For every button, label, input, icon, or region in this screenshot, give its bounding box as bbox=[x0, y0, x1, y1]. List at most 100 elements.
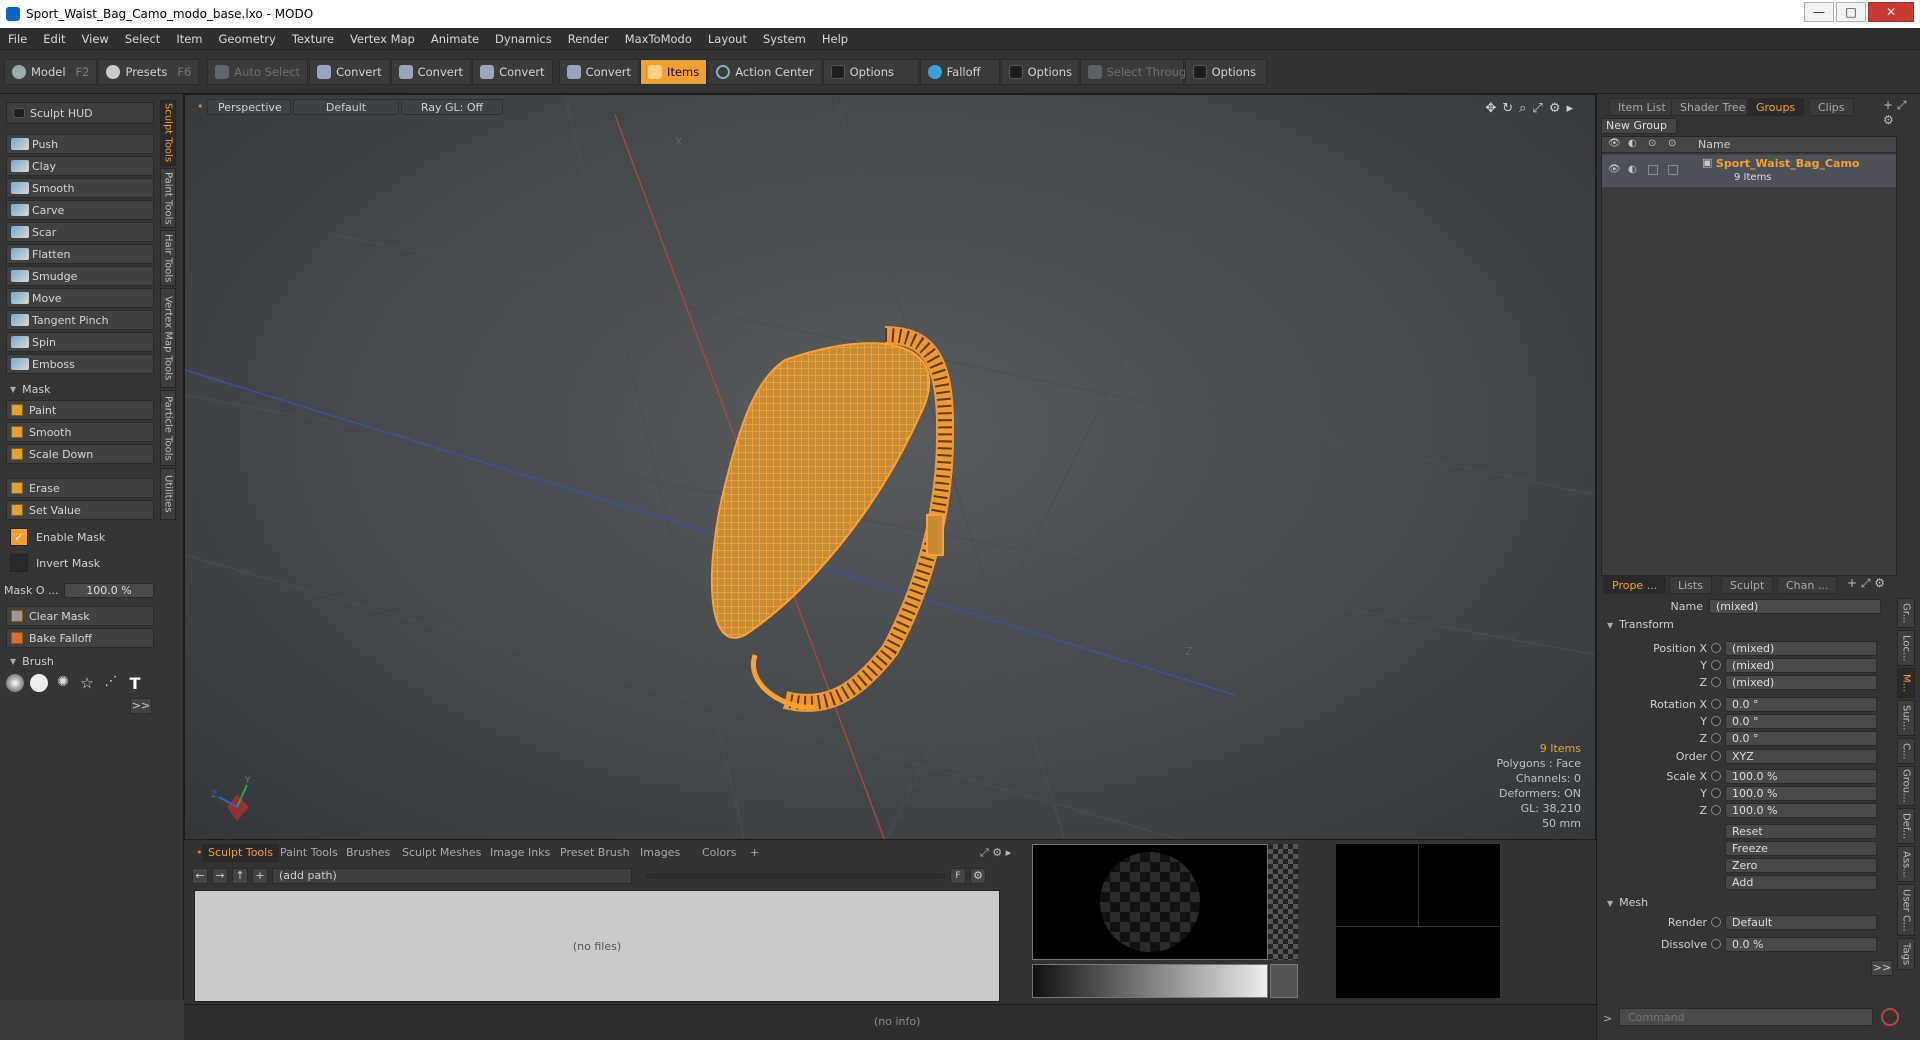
side-tab-group[interactable]: Grou... bbox=[1897, 766, 1915, 806]
mask-tool-scale-down[interactable]: Scale Down bbox=[6, 444, 154, 464]
command-input[interactable] bbox=[1619, 1008, 1873, 1026]
menu-render[interactable]: Render bbox=[560, 28, 617, 50]
tab-groups[interactable]: Groups bbox=[1747, 98, 1805, 116]
dissolve-field[interactable]: 0.0 % bbox=[1725, 937, 1877, 952]
menu-help[interactable]: Help bbox=[814, 28, 856, 50]
tab-clips[interactable]: Clips bbox=[1809, 98, 1854, 116]
invert-mask-checkbox[interactable] bbox=[10, 554, 28, 572]
parent-folder-icon[interactable]: ↑ bbox=[232, 868, 248, 884]
scale-y-key-icon[interactable] bbox=[1711, 788, 1721, 798]
more-brush-options-button[interactable]: >> bbox=[130, 698, 152, 714]
tool-flatten[interactable]: Flatten bbox=[6, 244, 154, 264]
tab-properties[interactable]: Prope ... bbox=[1603, 576, 1667, 594]
side-tab-c[interactable]: C... bbox=[1897, 738, 1915, 764]
tab-sculpt-meshes[interactable]: Sculpt Meshes bbox=[396, 844, 487, 862]
bottom-panel-expand-icon[interactable]: ⤢ ⚙ ▸ bbox=[974, 844, 1017, 862]
visibility-toggle-icon[interactable]: 👁 bbox=[1608, 164, 1621, 175]
tab-brushes[interactable]: Brushes bbox=[340, 844, 396, 862]
rotation-z-field[interactable]: 0.0 ° bbox=[1725, 731, 1877, 746]
file-browser-area[interactable]: (no files) bbox=[194, 890, 1000, 1002]
mask-set-value-button[interactable]: Set Value bbox=[6, 500, 154, 520]
transform-section-header[interactable]: ▼ Transform bbox=[1607, 618, 1674, 631]
items-mode-button[interactable]: Items bbox=[640, 58, 708, 85]
menu-layout[interactable]: Layout bbox=[700, 28, 755, 50]
rotation-y-key-icon[interactable] bbox=[1711, 716, 1721, 726]
action-center-options-button[interactable]: Options bbox=[822, 58, 919, 85]
tab-paint-tools[interactable]: Paint Tools bbox=[274, 844, 344, 862]
bake-falloff-button[interactable]: Bake Falloff bbox=[6, 628, 154, 648]
tool-push[interactable]: Push bbox=[6, 134, 154, 154]
menu-file[interactable]: File bbox=[0, 28, 35, 50]
render-toggle-icon[interactable]: ◐ bbox=[1628, 164, 1637, 175]
side-tab-loc[interactable]: Loc... bbox=[1897, 630, 1915, 666]
order-key-icon[interactable] bbox=[1711, 751, 1721, 761]
convert-button-2[interactable]: Convert bbox=[390, 58, 472, 85]
position-x-key-icon[interactable] bbox=[1711, 643, 1721, 653]
rotation-z-key-icon[interactable] bbox=[1711, 733, 1721, 743]
brush-section-header[interactable]: ▼ Brush bbox=[6, 652, 154, 670]
vtab-paint-tools[interactable]: Paint Tools bbox=[160, 168, 176, 228]
thumbnail-size-slider[interactable] bbox=[646, 873, 946, 879]
tab-image-inks[interactable]: Image Inks bbox=[484, 844, 556, 862]
enable-mask-checkbox[interactable]: ✓ bbox=[10, 528, 28, 546]
more-properties-button[interactable]: >> bbox=[1871, 960, 1893, 976]
position-z-key-icon[interactable] bbox=[1711, 677, 1721, 687]
menu-geometry[interactable]: Geometry bbox=[211, 28, 284, 50]
add-tab-button[interactable]: + bbox=[744, 844, 765, 862]
side-tab-m[interactable]: M... bbox=[1897, 668, 1915, 698]
name-field[interactable]: (mixed) bbox=[1709, 599, 1881, 614]
browser-settings-icon[interactable]: ⚙ bbox=[970, 868, 986, 884]
convert-button-1[interactable]: Convert bbox=[309, 58, 390, 85]
select-through-button[interactable]: Select Through bbox=[1079, 58, 1193, 85]
render-dropdown[interactable]: Default bbox=[1725, 915, 1877, 930]
tool-emboss[interactable]: Emboss bbox=[6, 354, 154, 374]
select-toggle[interactable] bbox=[1668, 165, 1678, 175]
tab-channels[interactable]: Chan ... bbox=[1777, 576, 1838, 594]
mask-erase-button[interactable]: Erase bbox=[6, 478, 154, 498]
mask-opacity-field[interactable]: 100.0 % bbox=[64, 582, 154, 598]
mask-tool-paint[interactable]: Paint bbox=[6, 400, 154, 420]
tool-clay[interactable]: Clay bbox=[6, 156, 154, 176]
select-through-options-button[interactable]: Options bbox=[1184, 58, 1267, 85]
side-tab-def[interactable]: Def... bbox=[1897, 808, 1915, 844]
menu-dynamics[interactable]: Dynamics bbox=[487, 28, 560, 50]
side-tab-sur[interactable]: Sur... bbox=[1897, 700, 1915, 736]
tool-tangent-pinch[interactable]: Tangent Pinch bbox=[6, 310, 154, 330]
action-center-button[interactable]: Action Center bbox=[708, 58, 822, 85]
position-y-field[interactable]: (mixed) bbox=[1725, 658, 1877, 673]
back-arrow-icon[interactable]: ← bbox=[192, 868, 208, 884]
falloff-button[interactable]: Falloff bbox=[919, 58, 1000, 85]
convert-button-4[interactable]: Convert bbox=[558, 58, 640, 85]
scale-x-key-icon[interactable] bbox=[1711, 771, 1721, 781]
mask-section-header[interactable]: ▼ Mask bbox=[6, 380, 154, 398]
tool-scar[interactable]: Scar bbox=[6, 222, 154, 242]
wireframe-mesh[interactable] bbox=[710, 326, 955, 712]
side-tab-tags[interactable]: Tags bbox=[1897, 938, 1915, 970]
reset-dropdown[interactable]: Reset bbox=[1725, 824, 1877, 839]
presets-button[interactable]: Presets F6 bbox=[98, 58, 200, 85]
path-dropdown[interactable]: (add path) bbox=[272, 868, 632, 884]
position-z-field[interactable]: (mixed) bbox=[1725, 675, 1877, 690]
tool-spin[interactable]: Spin bbox=[6, 332, 154, 352]
custom-brush-icon[interactable]: ⋰ bbox=[102, 674, 120, 692]
vtab-vertex-map-tools[interactable]: Vertex Map Tools bbox=[160, 288, 176, 388]
brush-color-swatch[interactable] bbox=[1270, 964, 1298, 998]
model-button[interactable]: Model F2 bbox=[4, 58, 98, 85]
position-x-field[interactable]: (mixed) bbox=[1725, 641, 1877, 656]
scale-z-field[interactable]: 100.0 % bbox=[1725, 803, 1877, 818]
rotation-x-field[interactable]: 0.0 ° bbox=[1725, 697, 1877, 712]
scale-z-key-icon[interactable] bbox=[1711, 805, 1721, 815]
vtab-particle-tools[interactable]: Particle Tools bbox=[160, 390, 176, 466]
vtab-sculpt-tools[interactable]: Sculpt Tools bbox=[160, 100, 176, 166]
record-macro-icon[interactable] bbox=[1881, 1008, 1899, 1026]
menu-animate[interactable]: Animate bbox=[423, 28, 487, 50]
side-tab-user-channels[interactable]: User C... bbox=[1897, 884, 1915, 936]
tab-colors[interactable]: Colors bbox=[696, 844, 742, 862]
vtab-hair-tools[interactable]: Hair Tools bbox=[160, 230, 176, 286]
add-dropdown[interactable]: Add bbox=[1725, 875, 1877, 890]
menu-system[interactable]: System bbox=[755, 28, 814, 50]
properties-expand-icon[interactable]: + ⤢ ⚙ bbox=[1847, 576, 1885, 591]
dissolve-key-icon[interactable] bbox=[1711, 939, 1721, 949]
tab-lists[interactable]: Lists bbox=[1669, 576, 1712, 594]
tab-preset-brush[interactable]: Preset Brush bbox=[554, 844, 636, 862]
